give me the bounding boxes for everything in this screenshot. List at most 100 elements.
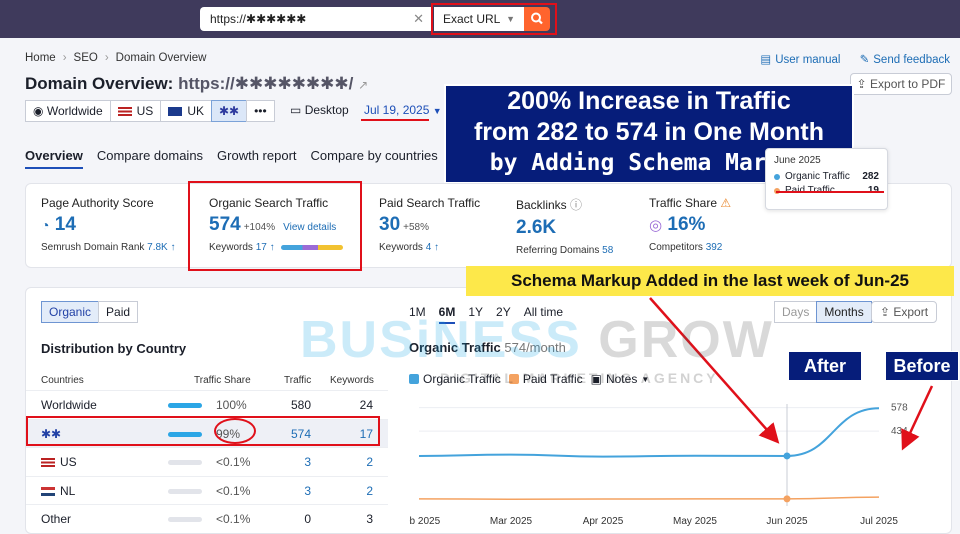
globe-icon: ◉ [33, 104, 44, 118]
col-traffic: Traffic [284, 375, 312, 386]
toggle-paid[interactable]: Paid [98, 301, 139, 323]
export-icon: ⇪ [856, 77, 867, 91]
us-flag-icon [41, 458, 55, 468]
metric-paid: Paid Search Traffic 30 +58% Keywords 4 ↑ [379, 196, 480, 253]
promo-line-2: from 282 to 574 in One Month [473, 118, 825, 146]
more-regions-button[interactable]: ••• [246, 100, 275, 122]
paid-value[interactable]: 30 +58% [379, 214, 480, 236]
toggle-months[interactable]: Months [816, 301, 872, 323]
breadcrumb: Home › SEO › Domain Overview [25, 52, 207, 64]
backlinks-sub: Referring Domains 58 [516, 245, 614, 256]
share-bar [168, 488, 202, 494]
tab-overview[interactable]: Overview [25, 148, 83, 169]
toggle-organic[interactable]: Organic [41, 301, 100, 323]
export-pdf-button[interactable]: ⇪ Export to PDF [850, 73, 952, 95]
authority-ring-icon: ◔ [41, 217, 50, 233]
country-table: Countries Traffic Share Traffic Keywords… [26, 372, 388, 533]
table-header: Countries Traffic Share Traffic Keywords [26, 372, 388, 390]
warning-icon: ⚠ [720, 196, 732, 210]
breadcrumb-home[interactable]: Home [25, 52, 56, 64]
main-tabs: Overview Compare domains Growth report C… [25, 148, 452, 169]
granularity-toggle: Days Months [774, 301, 872, 323]
nl-flag-icon [41, 486, 55, 496]
share-value[interactable]: ◎ 16% [649, 214, 731, 236]
organic-traffic-chart[interactable]: 434 578 Feb 2025 Mar 2025 Apr 2025 May 2025 Ju… [409, 398, 929, 530]
after-tag: After [788, 351, 862, 381]
country-row-highlight-box [26, 416, 380, 446]
metric-backlinks: Backlinks ⓘ 2.6K Referring Domains 58 [516, 196, 613, 256]
tooltip-underline-mark [776, 191, 884, 193]
authority-sub: Semrush Domain Rank 7.8K ↑ [41, 242, 176, 253]
watermark-subtitle: DIGITAL MARKETING AGENCY [440, 370, 719, 386]
table-row[interactable]: Worldwide 100% 580 24 [26, 390, 388, 419]
page-title: Domain Overview: https://✱✱✱✱✱✱✱✱/ ↗ [25, 74, 368, 94]
chart-export-button[interactable]: ⇪ Export [871, 301, 937, 323]
toggle-days[interactable]: Days [774, 301, 818, 323]
user-manual-link[interactable]: ▤ User manual [760, 54, 840, 66]
region-worldwide[interactable]: ◉ Worldwide [25, 100, 111, 122]
send-feedback-link[interactable]: ✎ Send feedback [860, 54, 950, 66]
search-highlight-box [431, 3, 557, 35]
page-title-url[interactable]: https://✱✱✱✱✱✱✱✱/ [178, 74, 353, 93]
authority-value: ◔ 14 [41, 214, 76, 235]
col-keywords: Keywords [330, 375, 374, 386]
metric-authority: Page Authority Score ◔ 14 Semrush Domain… [41, 196, 176, 253]
export-icon: ⇪ [879, 305, 891, 319]
region-selected[interactable]: ✱✱ [210, 100, 248, 122]
book-icon: ▤ [760, 54, 772, 66]
tab-compare-by-countries[interactable]: Compare by countries [311, 148, 438, 169]
share-bar [168, 403, 202, 408]
checkbox-icon [409, 374, 419, 384]
table-row[interactable]: US <0.1% 3 2 [26, 447, 388, 476]
distribution-title: Distribution by Country [41, 341, 187, 356]
url-input[interactable]: https://✱✱✱✱✱✱ ✕ [200, 7, 432, 31]
x-tick-label: Jul 2025 [860, 516, 898, 527]
share-sub: Competitors 392 [649, 242, 723, 253]
promo-line-1: 200% Increase in Traffic [507, 87, 791, 115]
organic-highlight-box [188, 181, 362, 271]
region-uk[interactable]: UK [160, 100, 212, 122]
share-bar [168, 460, 202, 465]
backlinks-label: Backlinks ⓘ [516, 198, 583, 212]
clear-icon[interactable]: ✕ [413, 7, 424, 31]
schema-banner: Schema Markup Added in the last week of … [466, 266, 954, 296]
region-us[interactable]: US [109, 100, 162, 122]
backlinks-value[interactable]: 2.6K [516, 217, 613, 239]
table-row[interactable]: NL <0.1% 3 2 [26, 475, 388, 505]
device-selector[interactable]: ▭ Desktop [290, 103, 349, 117]
x-tick-label: Jun 2025 [766, 516, 808, 527]
tooltip-organic: Organic Traffic 282 [774, 171, 879, 182]
x-tick-label: Feb 2025 [409, 516, 441, 527]
col-countries: Countries [41, 375, 84, 386]
header-links: ▤ User manual ✎ Send feedback [744, 52, 950, 66]
paid-label: Paid Search Traffic [379, 196, 481, 210]
page-title-prefix: Domain Overview: [25, 74, 174, 93]
url-input-value: https://✱✱✱✱✱✱ [210, 12, 307, 26]
x-tick-label: Mar 2025 [490, 516, 533, 527]
external-link-icon[interactable]: ↗ [358, 78, 368, 92]
region-filters: ◉ Worldwide US UK ✱✱ ••• [25, 100, 275, 122]
desktop-icon: ▭ [290, 103, 302, 117]
uk-flag-icon [168, 107, 183, 117]
paid-sub: Keywords 4 ↑ [379, 242, 440, 253]
chevron-down-icon: ▼ [432, 106, 442, 116]
chart-tooltip: June 2025 Organic Traffic282 Paid Traffi… [765, 148, 888, 210]
tab-compare-domains[interactable]: Compare domains [97, 148, 203, 169]
series-line-paid [418, 496, 880, 500]
table-row[interactable]: Other <0.1% 0 3 [26, 504, 388, 533]
x-tick-label: May 2025 [673, 516, 717, 527]
breadcrumb-seo[interactable]: SEO [74, 52, 98, 64]
info-icon[interactable]: ⓘ [570, 198, 582, 212]
authority-label: Page Authority Score [41, 196, 154, 210]
before-tag: Before [885, 351, 959, 381]
tooltip-date: June 2025 [774, 155, 821, 166]
share-label: Traffic Share ⚠ [649, 196, 732, 210]
watermark-logo: BUSiNESS GROW [300, 311, 774, 369]
us-flag-icon [117, 107, 132, 117]
share-bar [168, 517, 202, 522]
tab-growth-report[interactable]: Growth report [217, 148, 296, 169]
date-selector[interactable]: Jul 19, 2025 ▼ [364, 103, 442, 117]
data-point [783, 452, 791, 460]
data-point [783, 495, 791, 503]
metric-share: Traffic Share ⚠ ◎ 16% Competitors 392 [649, 196, 731, 253]
